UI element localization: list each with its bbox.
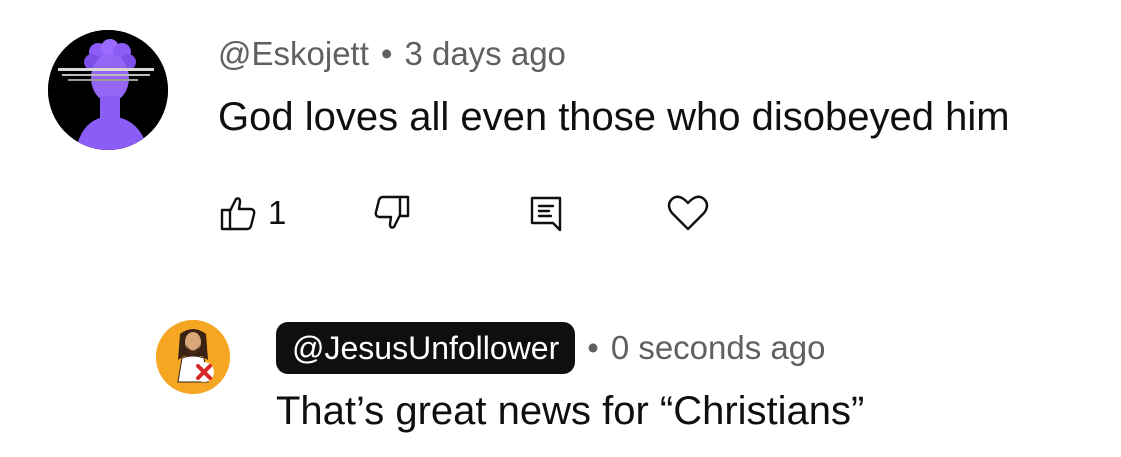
heart-icon bbox=[668, 195, 709, 231]
avatar[interactable] bbox=[48, 30, 168, 150]
jesus-unfollow-avatar-icon bbox=[156, 320, 230, 394]
like-count: 1 bbox=[268, 194, 287, 231]
reply-avatar[interactable] bbox=[156, 320, 230, 394]
dislike-button[interactable] bbox=[372, 193, 412, 233]
comment-text: God loves all even those who disobeyed h… bbox=[218, 95, 1010, 139]
meta-separator: • bbox=[587, 329, 599, 366]
reply-author[interactable]: @JesusUnfollower bbox=[276, 322, 576, 374]
statue-avatar-icon bbox=[48, 30, 168, 150]
comment-author[interactable]: @Eskojett bbox=[218, 35, 369, 72]
heart-button[interactable] bbox=[666, 193, 710, 233]
reply-meta: @JesusUnfollower • 0 seconds ago bbox=[276, 320, 825, 376]
comment-actions: 1 bbox=[218, 190, 710, 236]
like-button[interactable]: 1 bbox=[218, 193, 286, 233]
comment-time: 3 days ago bbox=[404, 35, 566, 72]
reply-button[interactable] bbox=[526, 193, 566, 233]
comment-meta: @Eskojett • 3 days ago bbox=[218, 34, 566, 74]
meta-separator: • bbox=[380, 35, 393, 72]
reply-time: 0 seconds ago bbox=[610, 329, 826, 366]
comment-reply-icon bbox=[531, 196, 562, 232]
reply-text: That’s great news for “Christians” bbox=[276, 389, 865, 433]
thumbs-up-icon bbox=[220, 197, 256, 231]
thumbs-down-icon bbox=[374, 195, 410, 229]
